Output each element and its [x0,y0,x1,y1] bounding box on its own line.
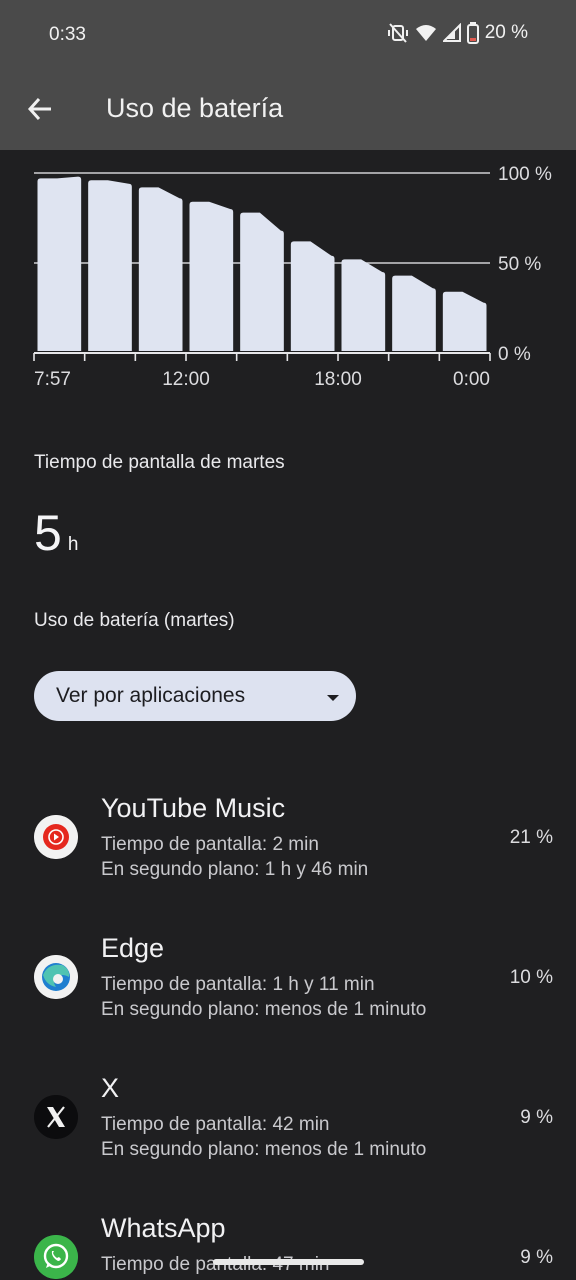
x-tick-label: 0:00 [453,369,490,390]
app-name: Edge [101,933,165,963]
chart-bar [240,212,284,351]
youtube-music-icon [34,815,78,859]
status-time: 0:33 [49,24,86,45]
chart-bar [392,275,436,351]
screen-time-unit: h [67,534,79,555]
x-icon [34,1095,78,1139]
app-background-time: En segundo plano: menos de 1 minuto [101,999,427,1020]
edge-icon [34,955,78,999]
screen-time-value: 5h [34,508,78,558]
app-background-time: En segundo plano: 1 h y 46 min [101,859,369,880]
screen-time-number: 5 [34,505,62,561]
chart-bar [138,187,183,351]
whatsapp-icon [34,1235,78,1279]
app-percent: 9 % [520,1107,553,1128]
app-percent: 9 % [520,1247,553,1268]
app-name: WhatsApp [101,1213,226,1243]
back-button[interactable] [24,92,58,126]
usage-title: Uso de batería (martes) [34,610,235,631]
screen-time-title: Tiempo de pantalla de martes [34,452,285,473]
x-tick-label: 12:00 [162,369,210,390]
status-icons: 20 % [387,22,528,44]
app-row-x[interactable]: X Tiempo de pantalla: 42 min En segundo … [0,1055,576,1185]
x-tick-label: 18:00 [314,369,362,390]
x-tick-label: 7:57 [34,369,71,390]
chart-bar [37,176,82,351]
chart-bar [341,259,386,351]
app-name: YouTube Music [101,793,286,823]
vibrate-off-icon [387,22,409,44]
y-tick-label: 100 % [498,164,552,185]
y-tick-label: 0 % [498,344,531,365]
status-bar: 0:33 20 % [0,0,576,72]
app-background-time: En segundo plano: menos de 1 minuto [101,1139,427,1160]
battery-chart-svg: 100 % 50 % 0 % 7:57 12:00 18:00 0:00 [33,164,552,390]
page-title: Uso de batería [106,93,284,123]
app-row-whatsapp[interactable]: WhatsApp Tiempo de pantalla: 47 min 9 % [0,1195,576,1280]
chart-bar [442,291,487,351]
app-percent: 21 % [509,827,553,848]
app-percent: 10 % [509,967,553,988]
app-screen-time: Tiempo de pantalla: 1 h y 11 min [101,974,375,995]
wifi-icon [415,23,437,43]
battery-icon [466,22,479,44]
gesture-nav-bar[interactable] [213,1259,364,1265]
dropdown-arrow-icon [327,695,339,701]
chart-bar [189,201,234,351]
battery-percent: 20 % [484,22,528,43]
app-row-youtube-music[interactable]: YouTube Music Tiempo de pantalla: 2 min … [0,775,576,905]
app-screen-time: Tiempo de pantalla: 2 min [101,834,319,855]
arrow-back-icon [27,97,51,121]
signal-icon [442,23,461,43]
dropdown-label: Ver por aplicaciones [56,684,246,707]
chart-bar [88,180,132,351]
app-screen-time: Tiempo de pantalla: 47 min [101,1254,329,1275]
app-bar: Uso de batería [0,72,576,150]
app-name: X [101,1073,120,1103]
battery-chart[interactable]: 100 % 50 % 0 % 7:57 12:00 18:00 0:00 [0,150,576,410]
view-by-dropdown[interactable]: Ver por aplicaciones [34,671,356,721]
app-row-edge[interactable]: Edge Tiempo de pantalla: 1 h y 11 min En… [0,915,576,1045]
chart-bar [290,241,335,351]
y-tick-label: 50 % [498,254,541,275]
app-screen-time: Tiempo de pantalla: 42 min [101,1114,330,1135]
